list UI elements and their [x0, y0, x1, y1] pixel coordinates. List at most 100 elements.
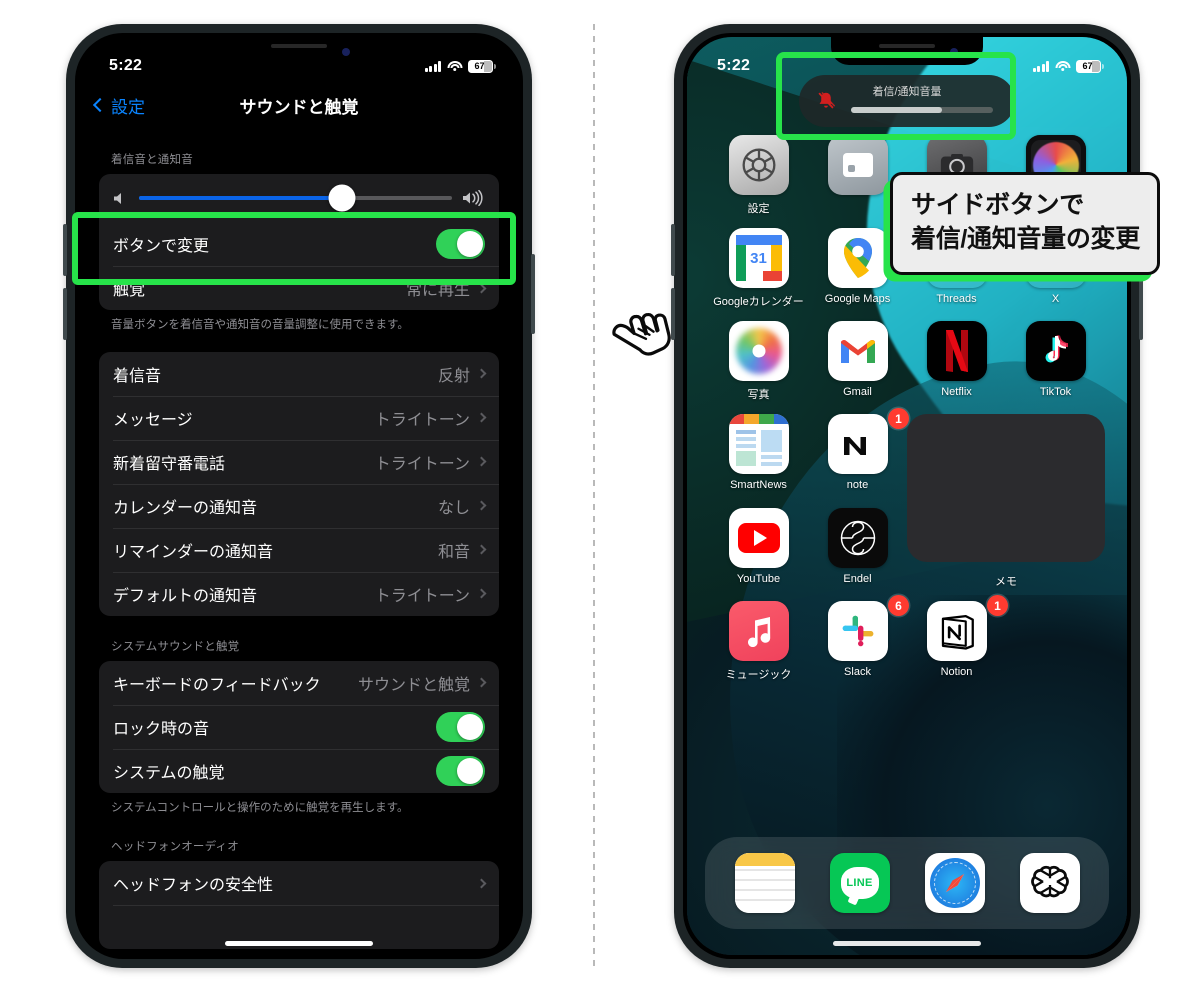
- cellular-bars-icon: [424, 60, 441, 72]
- row-calendar-alert[interactable]: カレンダーの通知音 なし: [99, 483, 499, 528]
- row-message[interactable]: メッセージ トライトーン: [99, 395, 499, 440]
- left-side-button[interactable]: [531, 254, 535, 334]
- lock-sound-toggle[interactable]: [436, 711, 485, 742]
- photos-icon: [728, 321, 789, 381]
- row-label: デフォルトの通知音: [113, 587, 258, 605]
- row-label: キーボードのフィードバック: [113, 676, 321, 694]
- row-label: カレンダーの通知音: [113, 499, 258, 517]
- app-icon-photos[interactable]: 写真: [709, 321, 808, 402]
- app-icon-settings[interactable]: 設定: [709, 135, 808, 216]
- row-default-alert[interactable]: デフォルトの通知音 トライトーン: [99, 571, 499, 616]
- app-label: Endel: [843, 572, 872, 585]
- volume-slider-track[interactable]: [139, 184, 452, 212]
- row-headphone-safety[interactable]: ヘッドフォンの安全性: [99, 861, 499, 905]
- tiktok-icon: [1025, 321, 1086, 381]
- widget-notes[interactable]: メモ: [907, 414, 1105, 589]
- right-phone-frame: 5:22 67 着信/通知音量 設定 31 Googleカレンダー Google…: [671, 24, 1143, 968]
- row-label: システムの触覚: [113, 764, 225, 782]
- youtube-icon: [728, 507, 789, 568]
- back-button[interactable]: 設定: [79, 93, 145, 118]
- chevron-right-icon: [476, 368, 487, 379]
- row-lock-sound[interactable]: ロック時の音: [99, 704, 499, 749]
- row-value: トライトーン: [374, 587, 470, 605]
- notes-icon[interactable]: [734, 853, 795, 913]
- back-label: 設定: [111, 97, 145, 117]
- row-new-voicemail[interactable]: 新着留守番電話 トライトーン: [99, 439, 499, 484]
- app-icon-netflix[interactable]: Netflix: [907, 321, 1006, 402]
- left-phone-bezel: 5:22 67 設定 サウンドと触覚 着信音と通知音 ボタンで変更 触覚 常に再…: [75, 33, 523, 959]
- chatgpt-icon[interactable]: [1019, 853, 1080, 913]
- notion-icon: [926, 601, 987, 661]
- app-icon-youtube[interactable]: YouTube: [709, 507, 808, 590]
- group-headphones: ヘッドフォンの安全性: [99, 861, 499, 950]
- app-label: Threads: [936, 293, 977, 305]
- callout-line-1: サイドボタンで: [911, 191, 1084, 219]
- status-time: 5:22: [717, 57, 751, 74]
- gmail-icon: [827, 321, 888, 381]
- wifi-icon: [1055, 60, 1070, 72]
- app-label: X: [1051, 293, 1060, 305]
- google-calendar-icon: 31: [728, 228, 789, 288]
- battery-percent: 67: [1082, 61, 1093, 71]
- app-label: Slack: [844, 666, 871, 678]
- row-value: トライトーン: [374, 411, 470, 429]
- line-wordmark: LINE: [846, 877, 873, 889]
- row-system-haptics[interactable]: システムの触覚: [99, 748, 499, 793]
- row-label: リマインダーの通知音: [113, 543, 274, 561]
- callout-side-button: サイドボタンで 着信/通知音量の変更: [890, 172, 1160, 275]
- chevron-right-icon: [476, 544, 487, 555]
- row-value: サウンドと触覚: [357, 676, 470, 694]
- app-icon-slack[interactable]: 6 Slack: [808, 595, 909, 682]
- endel-icon: [827, 507, 888, 568]
- chevron-right-icon: [476, 878, 487, 889]
- app-label: Google Maps: [824, 293, 891, 305]
- callout-line-2: 着信/通知音量の変更: [911, 224, 1140, 253]
- app-label: Googleカレンダー: [713, 296, 804, 308]
- system-haptics-toggle[interactable]: [436, 755, 485, 786]
- pointing-hand-icon: [612, 312, 671, 356]
- app-icon-notion[interactable]: 1 Notion: [907, 595, 1008, 682]
- section-header-headphones: ヘッドフォンオーディオ: [111, 841, 239, 854]
- battery-icon: 67: [468, 59, 496, 73]
- speaker-low-icon: [114, 192, 121, 204]
- row-value: 反射: [437, 367, 470, 385]
- volume-up-button[interactable]: [63, 224, 67, 276]
- notes-widget[interactable]: [907, 414, 1105, 562]
- row-keyboard-feedback[interactable]: キーボードのフィードバック サウンドと触覚: [99, 661, 499, 705]
- highlight-box-volume-hud: [776, 52, 1016, 140]
- settings-gear-icon: [728, 135, 789, 195]
- chevron-right-icon: [476, 588, 487, 599]
- app-icon-google-calendar[interactable]: 31 Googleカレンダー: [709, 228, 808, 309]
- cellular-bars-icon: [1032, 60, 1049, 72]
- safari-icon[interactable]: [924, 853, 985, 913]
- status-time: 5:22: [109, 57, 143, 74]
- chevron-right-icon: [476, 500, 487, 511]
- speaker-high-icon: [463, 190, 483, 206]
- widget-label: メモ: [995, 576, 1017, 588]
- smartnews-icon: [728, 414, 789, 474]
- app-icon-tiktok[interactable]: TikTok: [1006, 321, 1105, 402]
- volume-slider-knob[interactable]: [328, 184, 356, 212]
- home-indicator[interactable]: [833, 941, 981, 946]
- app-label: 写真: [747, 389, 770, 401]
- row-value: トライトーン: [374, 455, 470, 473]
- wifi-icon: [447, 60, 462, 72]
- home-indicator[interactable]: [225, 941, 373, 946]
- app-icon-apple-music[interactable]: ミュージック: [709, 601, 808, 682]
- row-label: ロック時の音: [113, 720, 210, 738]
- volume-up-button-right[interactable]: [671, 224, 675, 276]
- section-footer-system: システムコントロールと操作のために触覚を再生します。: [111, 801, 409, 814]
- row-reminder-alert[interactable]: リマインダーの通知音 和音: [99, 527, 499, 572]
- line-icon[interactable]: LINE: [829, 853, 890, 913]
- app-icon-endel[interactable]: Endel: [808, 507, 907, 590]
- dock: LINE: [705, 837, 1109, 929]
- app-icon-smartnews[interactable]: SmartNews: [709, 414, 808, 496]
- notch: [223, 37, 375, 65]
- row-value: 和音: [437, 543, 470, 561]
- earpiece-speaker: [879, 44, 935, 48]
- app-icon-gmail[interactable]: Gmail: [808, 321, 907, 402]
- row-ringtone[interactable]: 着信音 反射: [99, 352, 499, 396]
- volume-down-button[interactable]: [63, 288, 67, 340]
- app-label: Netflix: [941, 386, 972, 398]
- app-icon-note[interactable]: 1 note: [808, 408, 909, 496]
